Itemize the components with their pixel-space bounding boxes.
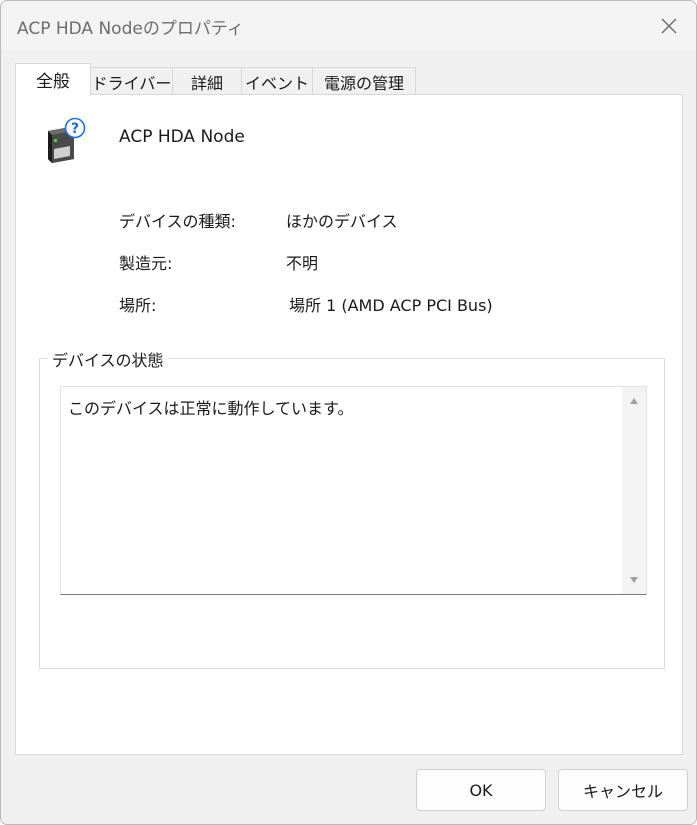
cancel-button[interactable]: キャンセル <box>558 769 688 811</box>
tab-details[interactable]: 詳細 <box>172 67 242 95</box>
tab-general[interactable]: 全般 <box>15 63 91 95</box>
location-value: 場所 1 (AMD ACP PCI Bus) <box>289 296 493 315</box>
arrow-up-icon <box>630 398 638 404</box>
tab-events[interactable]: イベント <box>241 67 313 95</box>
device-status-textbox[interactable]: このデバイスは正常に動作しています。 <box>60 386 647 595</box>
tab-driver[interactable]: ドライバー <box>90 67 173 95</box>
device-type-label: デバイスの種類: <box>119 212 236 231</box>
title-bar: ACP HDA Nodeのプロパティ <box>1 1 696 51</box>
close-button[interactable] <box>650 7 688 45</box>
device-status-group: デバイスの状態 このデバイスは正常に動作しています。 <box>39 347 665 669</box>
close-icon <box>661 18 677 34</box>
manufacturer-value: 不明 <box>286 254 319 273</box>
ok-button[interactable]: OK <box>416 769 546 811</box>
location-label: 場所: <box>119 296 157 315</box>
device-status-text: このデバイスは正常に動作しています。 <box>68 399 354 418</box>
svg-text:?: ? <box>71 121 79 137</box>
device-status-label: デバイスの状態 <box>48 347 168 371</box>
device-name: ACP HDA Node <box>119 127 245 147</box>
device-type-value: ほかのデバイス <box>286 212 398 231</box>
tab-strip: 全般 ドライバー 詳細 イベント 電源の管理 <box>15 63 416 95</box>
window-title: ACP HDA Nodeのプロパティ <box>17 19 244 39</box>
unknown-device-icon: ? <box>48 117 86 163</box>
scroll-down-button[interactable] <box>622 568 646 592</box>
status-scrollbar[interactable] <box>622 387 646 594</box>
arrow-down-icon <box>630 577 638 583</box>
properties-dialog: ACP HDA Nodeのプロパティ 全般 ドライバー 詳細 イベント 電源の管… <box>0 0 697 825</box>
manufacturer-label: 製造元: <box>119 254 173 273</box>
general-tab-panel: ? ACP HDA Node デバイスの種類: ほかのデバイス 製造元: 不明 … <box>15 94 683 755</box>
tab-power-management[interactable]: 電源の管理 <box>312 67 416 95</box>
scroll-up-button[interactable] <box>622 389 646 413</box>
